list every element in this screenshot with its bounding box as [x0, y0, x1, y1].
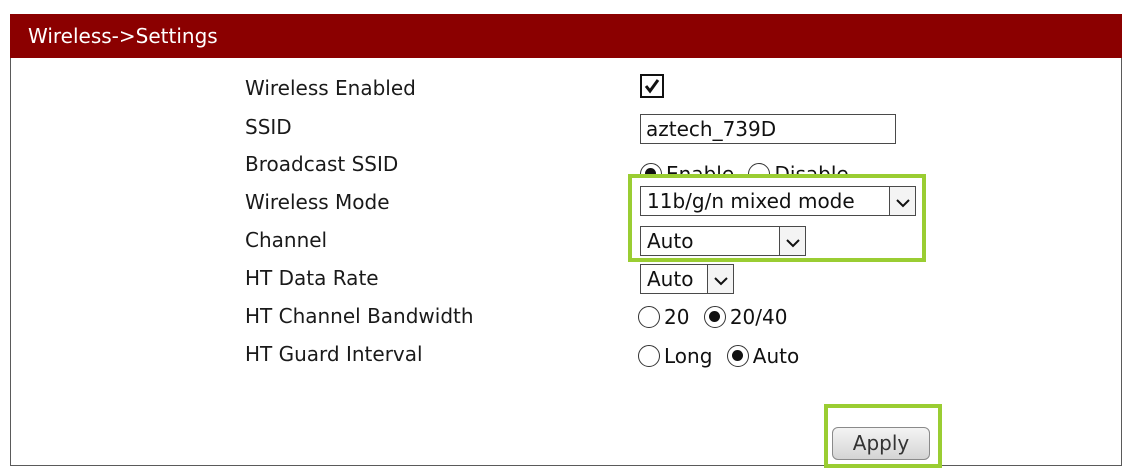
wireless-enabled-checkbox[interactable]	[640, 74, 664, 98]
broadcast-ssid-label: Broadcast SSID	[245, 152, 399, 176]
ssid-label: SSID	[245, 115, 292, 139]
checkmark-icon	[644, 79, 660, 94]
ssid-input[interactable]	[640, 114, 896, 144]
guard-long-option[interactable]: Long	[638, 342, 712, 368]
bandwidth-20-40-option[interactable]: 20/40	[703, 303, 787, 329]
wireless-mode-label: Wireless Mode	[245, 190, 390, 214]
chevron-down-icon	[707, 265, 733, 293]
ht-channel-bandwidth-label: HT Channel Bandwidth	[245, 304, 474, 328]
mode-channel-highlight	[628, 174, 926, 262]
radio-selected-icon	[726, 344, 749, 367]
radio-unselected-icon	[638, 305, 660, 328]
wireless-enabled-label: Wireless Enabled	[245, 76, 416, 100]
broadcast-ssid-group: Enable Disable	[636, 146, 896, 176]
settings-panel	[10, 14, 1122, 466]
ht-data-rate-select[interactable]: Auto	[640, 264, 734, 294]
guard-auto-option[interactable]: Auto	[726, 342, 799, 368]
ht-guard-interval-label: HT Guard Interval	[245, 342, 423, 366]
channel-label: Channel	[245, 228, 328, 252]
radio-selected-icon	[703, 305, 726, 328]
ht-data-rate-label: HT Data Rate	[245, 266, 379, 290]
page-title: Wireless->Settings	[10, 14, 1122, 58]
radio-unselected-icon	[638, 344, 660, 367]
ht-channel-bandwidth-group: 20 20/40	[638, 303, 795, 329]
bandwidth-20-option[interactable]: 20	[638, 303, 689, 329]
apply-button[interactable]: Apply	[832, 427, 930, 460]
ht-guard-interval-group: Long Auto	[638, 342, 807, 368]
